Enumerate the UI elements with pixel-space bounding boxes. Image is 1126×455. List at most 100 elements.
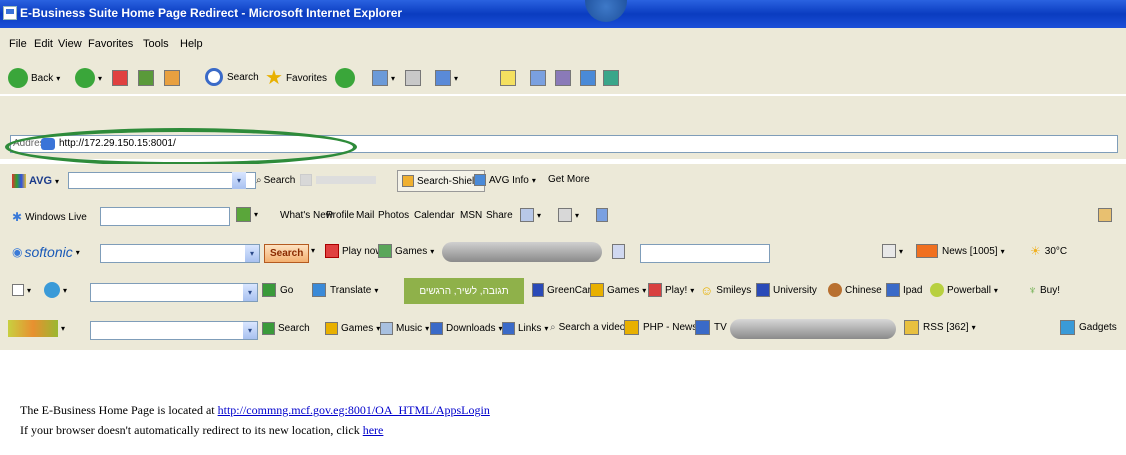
get-more-button[interactable]: Get More [548,174,590,185]
calendar-link[interactable]: Calendar [414,210,455,221]
news-button[interactable]: News [1005] ▾ [916,244,1005,258]
softonic-misc-button[interactable] [612,244,625,259]
menu-tools[interactable]: Tools [143,38,169,50]
search-video-button[interactable]: ⌕ Search a video [550,322,625,333]
search-shield-button[interactable]: Search-Shield [397,170,485,192]
softonic-games-button[interactable]: Games ▾ [378,244,434,258]
avg-disabled-button [300,174,376,186]
translate-button[interactable]: Translate ▾ [312,283,378,297]
rss-button[interactable]: RSS [362] ▾ [904,320,976,335]
play-now-button[interactable]: Play now! [325,244,385,258]
windows-live-extra-button-3[interactable] [596,208,608,222]
media-player-control[interactable] [442,242,602,262]
menu-view[interactable]: View [58,38,82,50]
media-search-dropdown[interactable]: ▾ [243,322,257,339]
apps-login-link[interactable]: http://commng.mcf.gov.eg:8001/OA_HTML/Ap… [218,403,490,417]
tv-button[interactable]: TV [695,320,727,335]
windows-live-icon: ✱ [12,210,23,224]
profile-link[interactable]: Profile [326,210,354,221]
php-news-button[interactable]: PHP - News▾ [624,320,704,335]
toolbar-logo-button[interactable]: ▾ [8,320,65,337]
print-button[interactable] [405,70,421,86]
menu-edit[interactable]: Edit [34,38,53,50]
translate-icon [312,283,326,297]
php-news-icon [624,320,639,335]
windows-live-options-button[interactable] [1098,208,1112,222]
info-icon [474,174,486,186]
media-volume-control[interactable] [730,319,896,339]
second-search-dropdown[interactable]: ▾ [243,284,257,301]
notes-button[interactable] [500,70,516,86]
smileys-link[interactable]: ☺ Smileys [700,283,751,298]
page-button[interactable]: ▾ [12,284,31,296]
share-link[interactable]: Share [486,210,513,221]
links-button[interactable]: Links ▾ [502,322,548,335]
edit-button[interactable]: ▾ [435,70,458,86]
chinese-link[interactable]: Chinese [828,283,882,297]
media-games-button[interactable]: Games ▾ [325,322,380,335]
avg-search-input[interactable] [68,172,256,189]
powerball-link[interactable]: Powerball ▾ [930,283,998,297]
go-button[interactable]: Go [262,283,293,297]
menu-file[interactable]: File [9,38,27,50]
links-button[interactable] [603,70,619,86]
incredibar-games-link[interactable]: Games ▾ [590,283,646,297]
msn-link[interactable]: MSN [460,210,482,221]
weather-button[interactable]: ☀ 30°C [1030,244,1067,258]
softonic-notes-button[interactable]: ▾ [882,244,903,258]
greencard-link[interactable]: GreenCard [532,283,596,297]
play-icon [648,283,662,297]
downloads-button[interactable]: Downloads ▾ [430,322,503,335]
refresh-icon [44,282,60,298]
windows-live-button[interactable]: ✱ Windows Live [12,210,87,224]
gadgets-button[interactable]: Gadgets [1060,320,1117,335]
menu-favorites[interactable]: Favorites [88,38,133,50]
windows-live-extra-button-2[interactable]: ▾ [558,208,579,222]
second-search-input[interactable] [90,283,258,302]
history-button[interactable] [335,68,355,88]
here-link[interactable]: here [363,423,384,437]
mail-button[interactable]: ▾ [372,70,395,86]
avg-button[interactable]: AVG ▾ [12,174,59,188]
softonic-secondary-input[interactable] [640,244,770,263]
softonic-search-input[interactable] [100,244,260,263]
refresh-menu-button[interactable]: ▾ [44,282,67,298]
disabled-icon [300,174,312,186]
back-button[interactable]: Back ▾ [8,68,60,88]
softonic-button[interactable]: ◉ softonic ▾ [12,244,80,260]
home-button[interactable] [164,70,180,86]
pen-button[interactable] [530,70,546,86]
media-search-input[interactable] [90,321,258,340]
photos-link[interactable]: Photos [378,210,409,221]
refresh-button[interactable] [138,70,154,86]
windows-live-extra-button-1[interactable]: ▾ [520,208,541,222]
avg-info-button[interactable]: AVG Info ▾ [474,174,536,186]
messenger-button[interactable] [580,70,596,86]
avg-toolbar: AVG ▾ ▾ ⌕ Search Search-Shield AVG Info … [0,164,1126,198]
research-button[interactable] [555,70,571,86]
softonic-search-dropdown[interactable]: ▾ [245,245,259,262]
notes-icon [882,244,896,258]
hebrew-banner[interactable]: תגובה, לשיר, הרגשים [404,278,524,304]
media-search-button[interactable]: Search [262,322,310,335]
search-button[interactable]: Search [205,68,259,86]
music-button[interactable]: Music ▾ [380,322,429,335]
menu-bar: File Edit View Favorites Tools Help [0,28,1126,62]
ipad-link[interactable]: Ipad [886,283,922,297]
links-icon [603,70,619,86]
play-link[interactable]: Play! ▾ [648,283,694,297]
mail-link[interactable]: Mail [356,210,374,221]
softonic-divider-dropdown[interactable]: ▾ [308,246,315,255]
avg-search-button[interactable]: ⌕ Search [256,175,295,186]
windows-live-search-input[interactable] [100,207,230,226]
avg-search-dropdown[interactable]: ▾ [232,172,246,189]
windows-live-search-button[interactable]: ▾ [236,207,258,222]
favorites-button[interactable]: ★ Favorites [265,68,327,88]
buy-link[interactable]: ♆ Buy! [1028,283,1060,297]
menu-help[interactable]: Help [180,38,203,50]
university-link[interactable]: University [756,283,817,297]
stop-button[interactable] [112,70,128,86]
softonic-search-button[interactable]: Search [264,244,310,263]
windows-live-toolbar: ✱ Windows Live ▾ What's New Profile Mail… [0,198,1126,234]
forward-button[interactable]: ▾ [75,68,102,88]
